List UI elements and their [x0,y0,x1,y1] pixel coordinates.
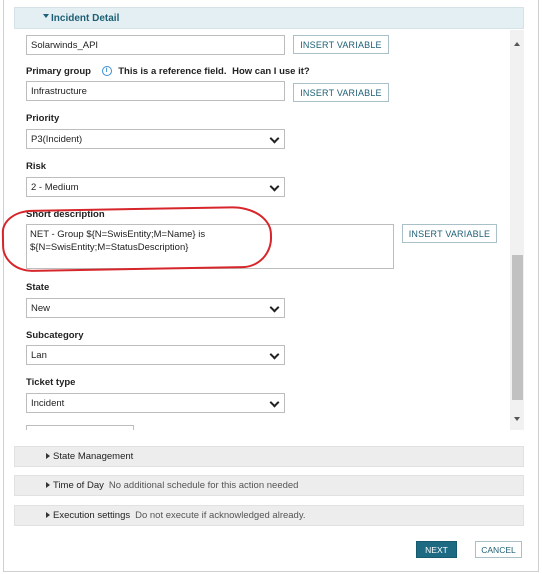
ticket-type-select[interactable]: Incident [26,393,285,413]
chevron-down-icon [269,302,280,313]
section-title: Execution settings [53,510,131,521]
chevron-down-icon [269,349,280,360]
chevron-down-icon [269,181,280,192]
primary-group-label: Primary group i This is a reference fiel… [26,66,310,77]
priority-value: P3(Incident) [31,133,83,145]
section-detail: No additional schedule for this action n… [108,480,299,491]
execution-settings-section[interactable]: Execution settings Do not execute if ack… [14,505,524,526]
scroll-up-icon[interactable] [514,42,520,46]
subcategory-select[interactable]: Lan [26,345,285,365]
subcategory-label: Subcategory [26,330,84,341]
chevron-right-icon [46,453,50,459]
priority-label: Priority [26,113,60,124]
section-title: Incident Detail [51,12,120,24]
incident-detail-header[interactable]: Incident Detail [14,7,524,29]
ticket-type-value: Incident [31,397,65,409]
ticket-type-label: Ticket type [26,377,76,388]
chevron-down-icon [43,14,49,18]
annotation-circle [1,205,273,273]
top-value-text: Solarwinds_API [31,39,99,51]
insert-variable-button-short-description[interactable]: INSERT VARIABLE [402,224,497,243]
section-title: State Management [53,451,134,462]
how-to-use-link[interactable]: How can I use it? [232,66,310,77]
state-value: New [31,302,51,314]
priority-select[interactable]: P3(Incident) [26,129,285,149]
subcategory-value: Lan [31,349,47,361]
risk-value: 2 - Medium [31,181,79,193]
info-icon[interactable]: i [101,66,112,77]
time-of-day-section[interactable]: Time of Day No additional schedule for t… [14,475,524,496]
next-field-partial[interactable] [26,425,134,430]
primary-group-value: Infrastructure [31,85,87,97]
cancel-button[interactable]: CANCEL [475,541,522,558]
reference-field-note: This is a reference field. [118,66,227,77]
top-value-field[interactable]: Solarwinds_API [26,35,285,55]
scrollbar-thumb[interactable] [512,255,523,400]
risk-select[interactable]: 2 - Medium [26,177,285,197]
state-label: State [26,282,50,293]
state-management-section[interactable]: State Management [14,446,524,467]
section-title: Time of Day [53,480,104,491]
section-detail: Do not execute if acknowledged already. [135,510,306,521]
chevron-right-icon [46,482,50,488]
primary-group-field[interactable]: Infrastructure [26,81,285,101]
next-button[interactable]: NEXT [416,541,457,558]
risk-label: Risk [26,161,47,172]
chevron-right-icon [46,512,50,518]
scroll-down-icon[interactable] [514,417,520,421]
chevron-down-icon [269,397,280,408]
scrollbar[interactable] [510,30,524,430]
insert-variable-button-primary-group[interactable]: INSERT VARIABLE [293,83,389,102]
chevron-down-icon [269,133,280,144]
state-select[interactable]: New [26,298,285,318]
insert-variable-button-top[interactable]: INSERT VARIABLE [293,35,389,54]
